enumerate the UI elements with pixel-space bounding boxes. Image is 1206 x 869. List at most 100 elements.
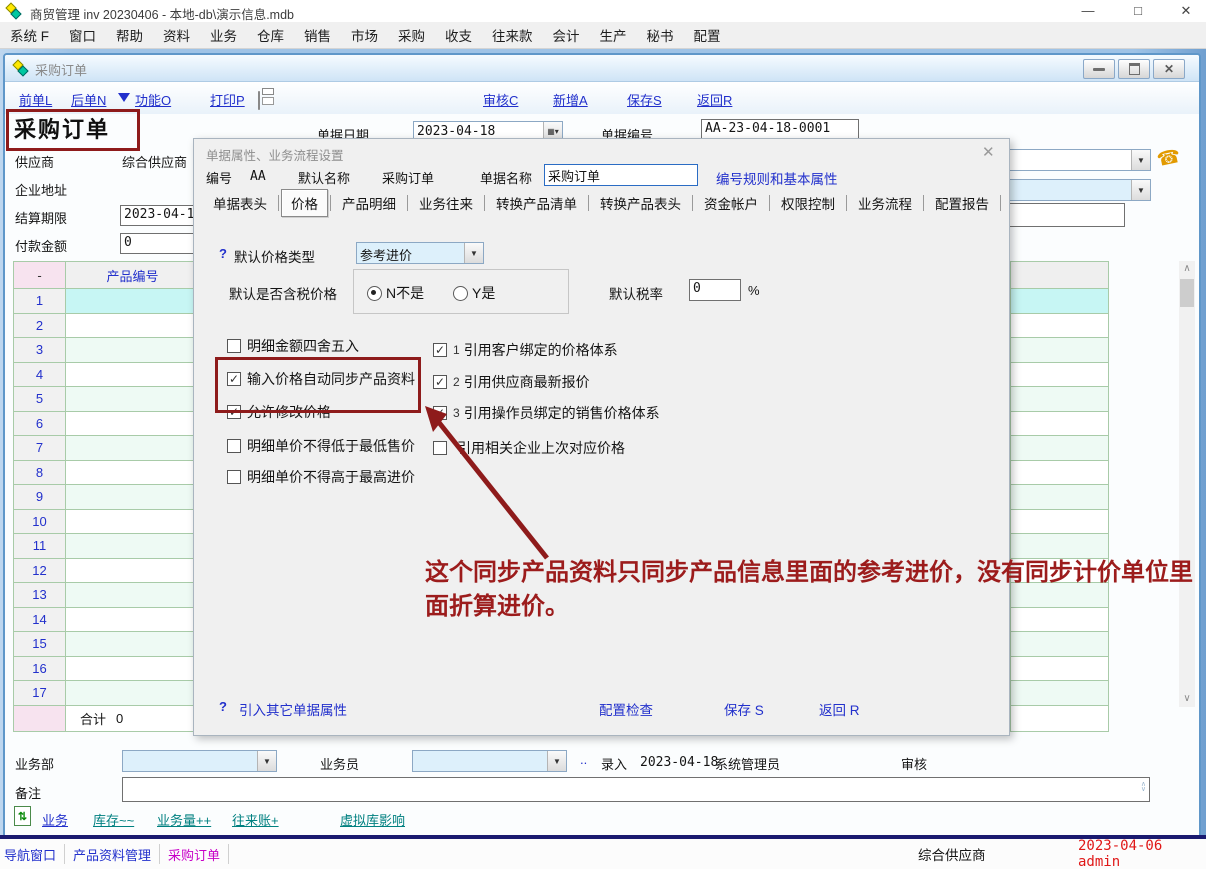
settle-input[interactable]: 2023-04-18 — [120, 205, 199, 226]
status-purchase-order[interactable]: 采购订单 — [168, 845, 220, 864]
footer-stock-link[interactable]: 库存~~ — [93, 810, 134, 829]
table-row-fragment[interactable] — [1011, 314, 1108, 339]
tab-permission[interactable]: 权限控制 — [772, 190, 844, 216]
close-button[interactable]: ✕ — [1169, 2, 1203, 20]
text-input-fragment[interactable] — [1007, 203, 1125, 227]
table-row-fragment[interactable] — [1011, 412, 1108, 437]
table-row-fragment[interactable] — [1011, 436, 1108, 461]
tab-product-detail[interactable]: 产品明细 — [333, 190, 405, 216]
spinner-icon[interactable]: ∧∨ — [1141, 782, 1146, 792]
menu-warehouse[interactable]: 仓库 — [247, 25, 294, 45]
more-button[interactable]: .. — [580, 752, 587, 767]
product-code-cell[interactable] — [66, 681, 199, 705]
table-row-fragment[interactable] — [1011, 681, 1108, 706]
product-code-cell[interactable] — [66, 314, 199, 338]
checkbox-allow-edit-price[interactable]: ✓ 允许修改价格 — [227, 402, 331, 422]
table-row-fragment[interactable] — [1011, 387, 1108, 412]
footer-account-link[interactable]: 往来账+ — [232, 810, 279, 829]
checkbox-customer-price-system[interactable]: ✓ 1 引用客户绑定的价格体系 — [433, 340, 618, 360]
menu-config[interactable]: 配置 — [684, 25, 731, 45]
menu-secretary[interactable]: 秘书 — [637, 25, 684, 45]
tab-price[interactable]: 价格 — [281, 189, 328, 217]
menu-data[interactable]: 资料 — [153, 25, 200, 45]
checkbox-supplier-latest-quote[interactable]: ✓ 2 引用供应商最新报价 — [433, 372, 590, 392]
audit-link[interactable]: 审核C — [483, 90, 518, 109]
help-icon[interactable]: ? — [219, 699, 227, 714]
menu-help[interactable]: 帮助 — [106, 25, 153, 45]
status-product-mgmt[interactable]: 产品资料管理 — [73, 845, 151, 864]
product-code-cell[interactable] — [66, 412, 199, 436]
dialog-back-link[interactable]: 返回 R — [819, 699, 860, 719]
doc-close-button[interactable]: ✕ — [1153, 59, 1185, 79]
table-row-fragment[interactable] — [1011, 289, 1108, 314]
radio-not-included[interactable]: N不是 — [367, 283, 424, 303]
doc-name-input[interactable]: 采购订单 — [544, 164, 698, 186]
doc-restore-button[interactable] — [1118, 59, 1150, 79]
product-code-cell[interactable] — [66, 363, 199, 387]
scroll-down-icon[interactable]: ∨ — [1179, 691, 1195, 707]
supplier-combo-fragment[interactable]: ▼ — [1007, 149, 1151, 171]
footer-virtual-link[interactable]: 虚拟库影响 — [340, 810, 405, 829]
table-row-fragment[interactable] — [1011, 338, 1108, 363]
function-link[interactable]: 功能O — [135, 90, 171, 109]
chevron-down-icon[interactable]: ▼ — [1131, 180, 1150, 200]
product-code-cell[interactable] — [66, 608, 199, 632]
table-row-fragment[interactable] — [1011, 632, 1108, 657]
table-row-fragment[interactable] — [1011, 363, 1108, 388]
checkbox-operator-price-system[interactable]: ✓ 3 引用操作员绑定的销售价格体系 — [433, 403, 660, 423]
table-row-fragment[interactable] — [1011, 461, 1108, 486]
menu-payment[interactable]: 收支 — [435, 25, 482, 45]
product-code-cell[interactable] — [66, 583, 199, 607]
product-code-cell[interactable] — [66, 510, 199, 534]
product-code-cell[interactable] — [66, 461, 199, 485]
radio-included[interactable]: Y是 — [453, 283, 495, 303]
function-dropdown-icon[interactable] — [118, 93, 130, 102]
product-code-cell[interactable] — [66, 559, 199, 583]
product-code-cell[interactable] — [66, 485, 199, 509]
clerk-combo[interactable]: ▼ — [412, 750, 567, 772]
tab-workflow[interactable]: 业务流程 — [849, 190, 921, 216]
table-corner-cell[interactable]: - — [14, 262, 66, 288]
import-other-props-link[interactable]: 引入其它单据属性 — [239, 699, 347, 719]
phone-icon[interactable]: ☎ — [1155, 145, 1183, 172]
menu-system[interactable]: 系统 F — [0, 25, 59, 45]
product-code-cell[interactable] — [66, 632, 199, 656]
note-input[interactable]: ∧∨ — [122, 777, 1150, 802]
minimize-button[interactable]: — — [1071, 2, 1105, 20]
print-link[interactable]: 打印P — [210, 90, 245, 109]
product-code-header[interactable]: 产品编号 — [66, 262, 199, 288]
product-code-cell[interactable] — [66, 657, 199, 681]
numbering-rule-link[interactable]: 编号规则和基本属性 — [716, 168, 838, 188]
table-row-fragment[interactable] — [1011, 534, 1108, 559]
checkbox-round-amount[interactable]: ✓ 明细金额四舍五入 — [227, 336, 359, 356]
tab-convert-product-list[interactable]: 转换产品清单 — [487, 190, 586, 216]
product-code-cell[interactable] — [66, 387, 199, 411]
address-combo-fragment[interactable]: ▼ — [1007, 179, 1151, 201]
save-link[interactable]: 保存S — [627, 90, 662, 109]
chevron-down-icon[interactable]: ▼ — [257, 751, 276, 771]
tax-rate-input[interactable]: 0 — [689, 279, 741, 301]
tab-fund-account[interactable]: 资金帐户 — [695, 190, 767, 216]
dialog-save-link[interactable]: 保存 S — [724, 699, 764, 719]
menu-purchase[interactable]: 采购 — [388, 25, 435, 45]
tab-convert-product-header[interactable]: 转换产品表头 — [591, 190, 690, 216]
checkbox-related-company-price[interactable]: ✓ 引用相关企业上次对应价格 — [433, 438, 625, 458]
chevron-down-icon[interactable]: ▼ — [547, 751, 566, 771]
checkbox-sync-product-data[interactable]: ✓ 输入价格自动同步产品资料 — [227, 369, 415, 389]
supplier-value[interactable]: 综合供应商 — [122, 152, 187, 171]
chevron-down-icon[interactable]: ▼ — [464, 243, 483, 263]
tab-config-report[interactable]: 配置报告 — [926, 190, 998, 216]
dialog-close-icon[interactable]: ✕ — [982, 143, 995, 161]
status-nav-window[interactable]: 导航窗口 — [4, 845, 56, 864]
doc-no-input[interactable]: AA-23-04-18-0001 — [701, 119, 859, 140]
checkbox-not-below-min-price[interactable]: ✓ 明细单价不得低于最低售价 — [227, 436, 415, 456]
doc-minimize-button[interactable] — [1083, 59, 1115, 79]
footer-volume-link[interactable]: 业务量++ — [157, 810, 211, 829]
menu-production[interactable]: 生产 — [590, 25, 637, 45]
menu-window[interactable]: 窗口 — [59, 25, 106, 45]
menu-business[interactable]: 业务 — [200, 25, 247, 45]
tab-business-contact[interactable]: 业务往来 — [410, 190, 482, 216]
printer-icon[interactable] — [258, 91, 260, 110]
pay-input[interactable]: 0 — [120, 233, 199, 254]
dept-combo[interactable]: ▼ — [122, 750, 277, 772]
